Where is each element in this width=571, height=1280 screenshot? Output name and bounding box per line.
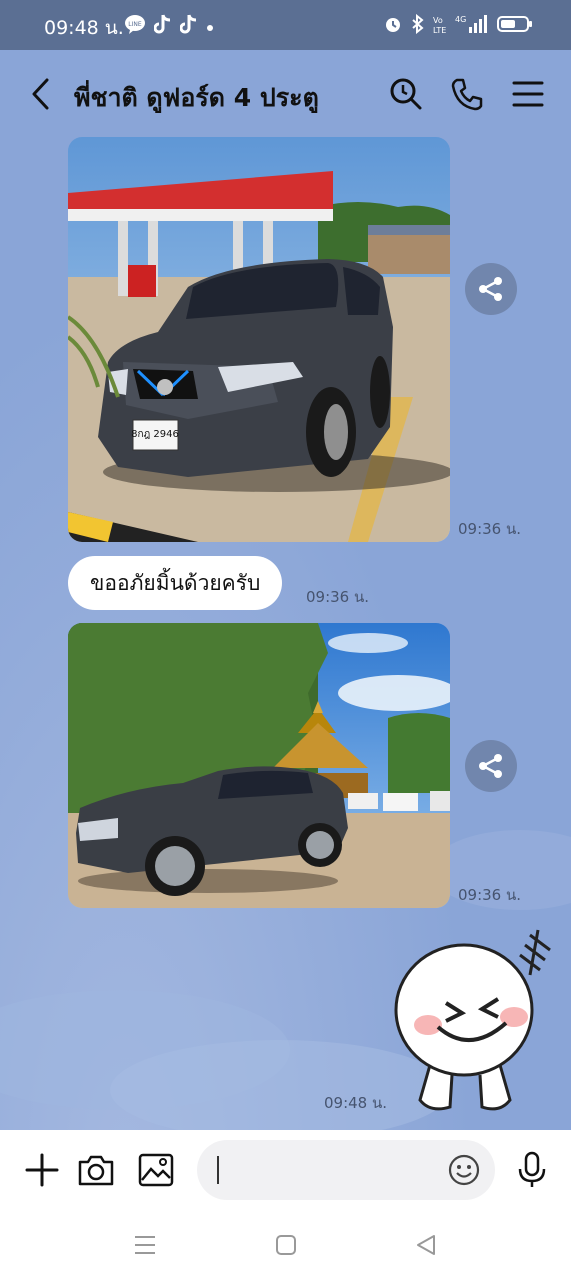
svg-text:LINE: LINE (128, 21, 142, 28)
tiktok-notification-icon (179, 14, 198, 38)
menu-icon (512, 81, 544, 107)
alarm-icon (383, 14, 403, 38)
share-button[interactable] (465, 740, 517, 792)
camera-icon (78, 1155, 114, 1186)
back-nav-button[interactable] (414, 1233, 438, 1257)
recent-apps-button[interactable] (133, 1233, 157, 1257)
message-timestamp: 09:36 น. (458, 520, 522, 538)
back-triangle-icon (417, 1235, 435, 1255)
svg-text:LTE: LTE (433, 26, 446, 34)
share-icon (479, 277, 502, 301)
home-icon (276, 1235, 296, 1255)
status-bar: 09:48 น. LINE Vo LTE 4G (0, 0, 571, 50)
gallery-button[interactable] (136, 1150, 176, 1190)
search-icon (390, 78, 422, 110)
line-notification-icon: LINE (124, 14, 146, 38)
license-plate: 8กฎ 2946 (131, 429, 179, 440)
add-button[interactable] (22, 1150, 62, 1190)
back-arrow-icon (32, 78, 49, 110)
volte-icon: Vo LTE (433, 14, 447, 38)
notification-dot-icon (206, 17, 214, 36)
search-button[interactable] (388, 76, 424, 112)
share-icon (479, 754, 502, 778)
camera-button[interactable] (76, 1150, 116, 1190)
chat-area[interactable]: 8กฎ 2946 09:36 น. ขออภัยมิ้นด้วยครับ 09:… (0, 50, 571, 1130)
chat-title[interactable]: พี่ชาติ ดูฟอร์ด 4 ประตู (74, 78, 319, 118)
chat-header: พี่ชาติ ดูฟอร์ด 4 ประตู (0, 50, 571, 140)
home-button[interactable] (274, 1233, 298, 1257)
share-button[interactable] (465, 263, 517, 315)
photo-message-gas-station-car[interactable]: 8กฎ 2946 (68, 137, 450, 542)
battery-icon (497, 14, 533, 38)
photo-message-temple-car[interactable] (68, 623, 450, 908)
message-input-bar (0, 1130, 571, 1210)
menu-button[interactable] (510, 76, 546, 112)
message-timestamp: 09:48 น. (324, 1094, 388, 1112)
message-timestamp: 09:36 น. (306, 588, 370, 606)
signal-4g-icon: 4G (455, 14, 489, 38)
emoji-icon (448, 1154, 480, 1186)
text-message-bubble[interactable]: ขออภัยมิ้นด้วยครับ (68, 556, 283, 610)
recent-apps-icon (135, 1236, 155, 1254)
status-time: 09:48 น. (44, 17, 124, 39)
phone-icon (451, 78, 483, 111)
message-timestamp: 09:36 น. (458, 886, 522, 904)
microphone-icon (518, 1151, 546, 1187)
bluetooth-icon (411, 13, 425, 38)
back-button[interactable] (26, 76, 58, 112)
message-input[interactable] (197, 1140, 495, 1200)
voice-button[interactable] (512, 1150, 552, 1190)
system-navigation-bar (0, 1210, 571, 1280)
call-button[interactable] (449, 76, 485, 112)
image-icon (138, 1153, 174, 1187)
svg-text:4G: 4G (455, 15, 466, 24)
plus-icon (25, 1153, 59, 1187)
tiktok-notification-icon (153, 14, 172, 38)
emoji-button[interactable] (447, 1153, 481, 1187)
text-cursor (217, 1156, 219, 1184)
sticker-laughing-face[interactable] (390, 925, 560, 1115)
svg-text:Vo: Vo (433, 16, 443, 25)
